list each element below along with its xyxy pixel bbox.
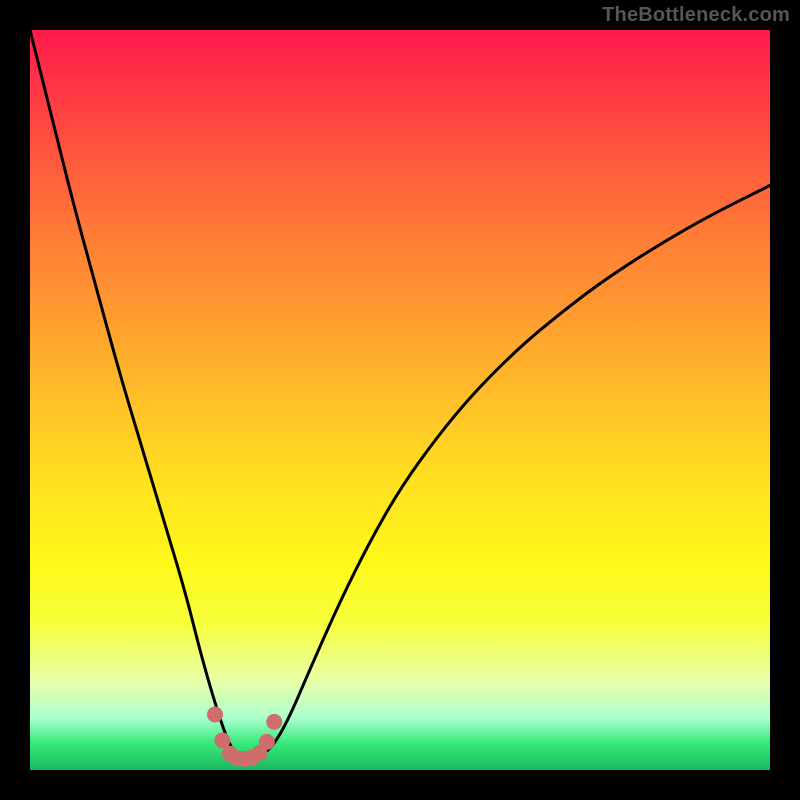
trough-markers-group	[207, 707, 282, 767]
watermark-text: TheBottleneck.com	[602, 4, 790, 27]
curve-line	[30, 30, 770, 758]
trough-marker	[259, 734, 275, 750]
trough-marker	[266, 714, 282, 730]
trough-marker	[207, 707, 223, 723]
chart-svg	[30, 30, 770, 770]
plot-area	[30, 30, 770, 770]
chart-frame: TheBottleneck.com	[0, 0, 800, 800]
